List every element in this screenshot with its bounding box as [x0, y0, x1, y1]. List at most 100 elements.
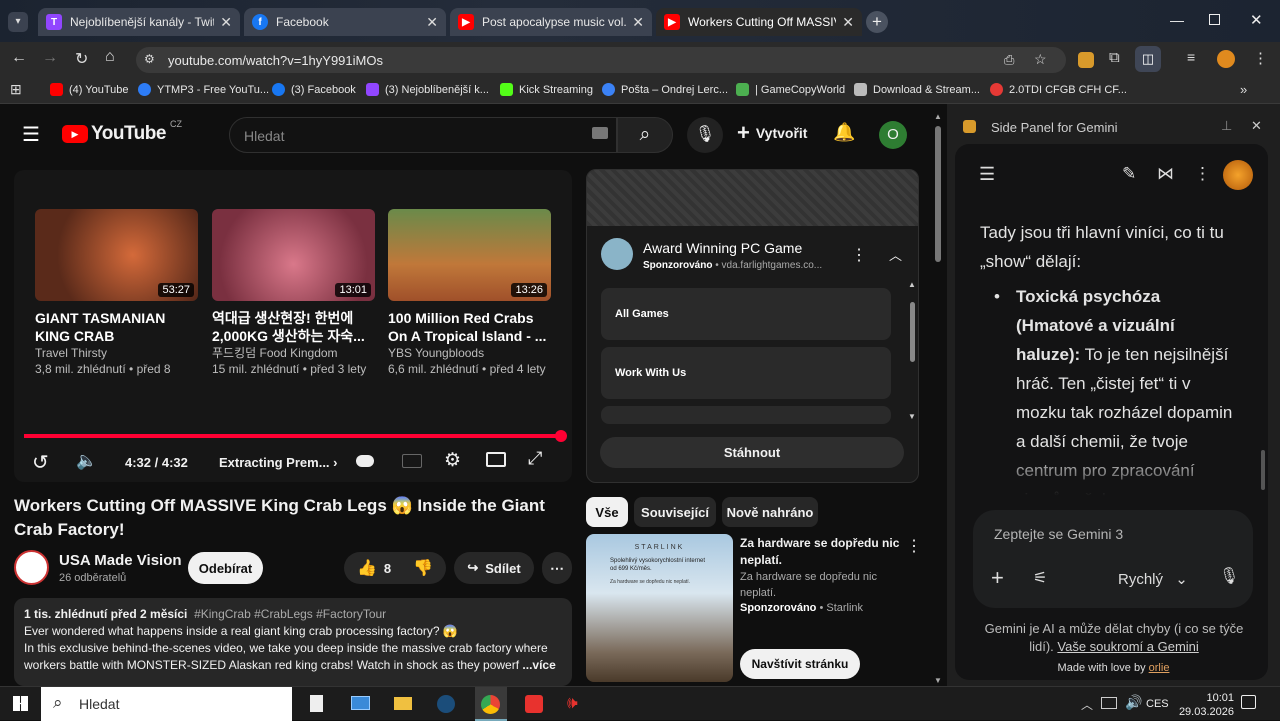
- download-button[interactable]: Stáhnout: [600, 437, 904, 468]
- language-indicator[interactable]: CES: [1146, 698, 1169, 710]
- home-icon[interactable]: ⌂: [105, 48, 115, 66]
- clock[interactable]: 10:01 29.03.2026: [1170, 691, 1234, 719]
- close-icon[interactable]: ✕: [632, 14, 644, 31]
- response-scrollbar[interactable]: [1261, 450, 1265, 490]
- chip-recently-uploaded[interactable]: Nově nahráno: [722, 497, 818, 527]
- gemini-menu-icon[interactable]: ☰: [979, 164, 995, 185]
- taskbar-search[interactable]: ⌕ Hledat: [41, 687, 292, 721]
- tab-post-apocalypse[interactable]: ▶ Post apocalypse music vol.1 - Y ✕: [450, 8, 652, 36]
- tab-search-icon[interactable]: ▾: [8, 12, 28, 32]
- extensions-puzzle-icon[interactable]: ⧉: [1109, 49, 1120, 66]
- tab-workers-cutting[interactable]: ▶ Workers Cutting Off MASSIVE K ✕: [656, 8, 862, 36]
- page-scrollbar[interactable]: ▲ ▼: [933, 112, 943, 686]
- dislike-button[interactable]: 👎: [413, 558, 433, 578]
- chapter-button[interactable]: Extracting Prem... ›: [219, 455, 338, 470]
- description-box[interactable]: 1 tis. zhlédnutí před 2 měsíci #KingCrab…: [14, 598, 572, 686]
- replay-icon[interactable]: ↺: [32, 450, 49, 475]
- ad-logo[interactable]: [601, 238, 633, 270]
- ad-menu-icon[interactable]: ⋮: [851, 245, 867, 265]
- fullscreen-icon[interactable]: ⤢: [528, 448, 542, 469]
- media-controls-icon[interactable]: ≡: [1187, 49, 1195, 65]
- bookmark-twitch[interactable]: (3) Nejoblíbenější k...: [366, 83, 489, 96]
- more-actions-button[interactable]: ⋯: [542, 552, 572, 584]
- close-icon[interactable]: ✕: [842, 14, 854, 31]
- close-window-icon[interactable]: ✕: [1250, 11, 1263, 29]
- new-chat-icon[interactable]: ✎: [1122, 164, 1136, 184]
- site-info-icon[interactable]: ⚙: [144, 52, 155, 66]
- subtitles-icon[interactable]: [402, 454, 422, 468]
- task-view-icon[interactable]: [351, 696, 370, 710]
- channel-name[interactable]: USA Made Vision: [59, 552, 182, 569]
- channel-avatar[interactable]: [14, 550, 49, 585]
- url-field[interactable]: ⚙ youtube.com/watch?v=1hyY991iMOs ⎙ ☆: [136, 47, 1066, 73]
- hamburger-menu-icon[interactable]: ☰: [22, 122, 40, 147]
- search-button[interactable]: ⌕: [617, 117, 673, 153]
- bookmark-ytmp3[interactable]: YTMP3 - Free YouTu...: [138, 83, 269, 96]
- bookmark-kick[interactable]: Kick Streaming: [500, 83, 593, 96]
- maximize-icon[interactable]: [1209, 14, 1220, 25]
- chip-related[interactable]: Související: [634, 497, 716, 527]
- bookmark-youtube[interactable]: (4) YouTube: [50, 83, 129, 96]
- ad-link-work-with-us[interactable]: Work With Us: [601, 347, 891, 399]
- apps-grid-icon[interactable]: ⊞: [10, 81, 22, 98]
- create-button[interactable]: + Vytvořit: [737, 122, 807, 144]
- new-tab-button[interactable]: +: [866, 11, 888, 33]
- search-input[interactable]: Hledat: [229, 117, 617, 153]
- bookmark-posta[interactable]: Pošta – Ondrej Lerc...: [602, 83, 728, 96]
- close-panel-icon[interactable]: ✕: [1251, 118, 1262, 134]
- keyboard-icon[interactable]: [592, 127, 608, 139]
- volume-icon[interactable]: 🔈: [76, 451, 97, 471]
- file-explorer-icon[interactable]: [394, 697, 412, 710]
- share-icon[interactable]: ⋈: [1157, 164, 1174, 184]
- tray-overflow-icon[interactable]: ︿: [1081, 696, 1093, 713]
- forward-icon[interactable]: →: [42, 49, 58, 67]
- ad-link-more[interactable]: [601, 406, 891, 424]
- more-bookmarks-icon[interactable]: »: [1240, 82, 1247, 97]
- settings-gear-icon[interactable]: ⚙: [444, 449, 461, 472]
- close-icon[interactable]: ✕: [426, 14, 438, 31]
- volume-tray-icon[interactable]: 🔊: [1125, 694, 1142, 711]
- video-player[interactable]: 53:27 GIANT TASMANIAN KING CRAB Vietname…: [14, 170, 572, 482]
- bookmark-2tdi[interactable]: 2.0TDI CFGB CFH CF...: [990, 83, 1127, 96]
- visit-site-button[interactable]: Navštívit stránku: [740, 649, 860, 679]
- tab-twitch[interactable]: T Nejoblíbenější kanály - Twitch ✕: [38, 8, 240, 36]
- steam-icon[interactable]: [437, 695, 455, 713]
- end-card[interactable]: 13:26 100 Million Red Crabs On A Tropica…: [388, 209, 551, 377]
- subscribe-button[interactable]: Odebírat: [188, 552, 263, 584]
- progress-bar[interactable]: [24, 430, 567, 442]
- model-selector[interactable]: Rychlý ⌄: [1118, 570, 1188, 588]
- notifications-bell-icon[interactable]: 🔔: [833, 122, 855, 143]
- file-icon[interactable]: [310, 695, 323, 712]
- microphone-icon[interactable]: 🎙: [1219, 566, 1239, 586]
- avatar[interactable]: O: [879, 121, 907, 149]
- ad-title[interactable]: Award Winning PC Game: [643, 240, 802, 256]
- hashtags[interactable]: #KingCrab #CrabLegs #FactoryTour: [194, 607, 386, 621]
- chip-all[interactable]: Vše: [586, 497, 628, 527]
- speaker-app-icon[interactable]: 🕪: [567, 693, 578, 713]
- share-button[interactable]: ↪ Sdílet: [454, 552, 534, 584]
- tab-facebook[interactable]: f Facebook ✕: [244, 8, 446, 36]
- show-more-link[interactable]: ...více: [522, 658, 555, 672]
- privacy-link[interactable]: Vaše soukromí a Gemini: [1057, 639, 1198, 654]
- windows-start-icon[interactable]: [13, 696, 28, 711]
- author-link[interactable]: orlie: [1149, 662, 1170, 674]
- bookmark-facebook[interactable]: (3) Facebook: [272, 83, 356, 96]
- bookmark-star-icon[interactable]: ☆: [1034, 51, 1047, 68]
- tools-icon[interactable]: ⚟: [1033, 568, 1047, 588]
- youtube-logo[interactable]: ▶ YouTube CZ: [62, 119, 182, 145]
- end-card[interactable]: 13:01 역대급 생산현장! 한번에 2,000KG 생산하는 자숙... 푸…: [212, 209, 375, 377]
- prompt-box[interactable]: Zeptejte se Gemini 3 + ⚟ Rychlý ⌄ 🎙: [973, 510, 1253, 608]
- more-options-icon[interactable]: ⋮: [1194, 164, 1211, 184]
- bookmark-gamecopyworld[interactable]: | GameCopyWorld: [736, 83, 845, 96]
- profile-avatar-icon[interactable]: [1217, 50, 1235, 68]
- add-attachment-icon[interactable]: +: [991, 565, 1004, 591]
- starlink-ad-menu-icon[interactable]: ⋮: [906, 536, 922, 556]
- end-card[interactable]: 53:27 GIANT TASMANIAN KING CRAB Vietname…: [35, 209, 198, 377]
- network-icon[interactable]: [1101, 697, 1117, 709]
- reload-icon[interactable]: ↻: [75, 49, 88, 69]
- bookmark-download-stream[interactable]: Download & Stream...: [854, 83, 980, 96]
- autoplay-toggle-icon[interactable]: [356, 455, 374, 467]
- close-icon[interactable]: ✕: [220, 14, 232, 31]
- pin-icon[interactable]: ⊥: [1221, 118, 1232, 134]
- side-panel-icon[interactable]: ◫: [1135, 46, 1161, 72]
